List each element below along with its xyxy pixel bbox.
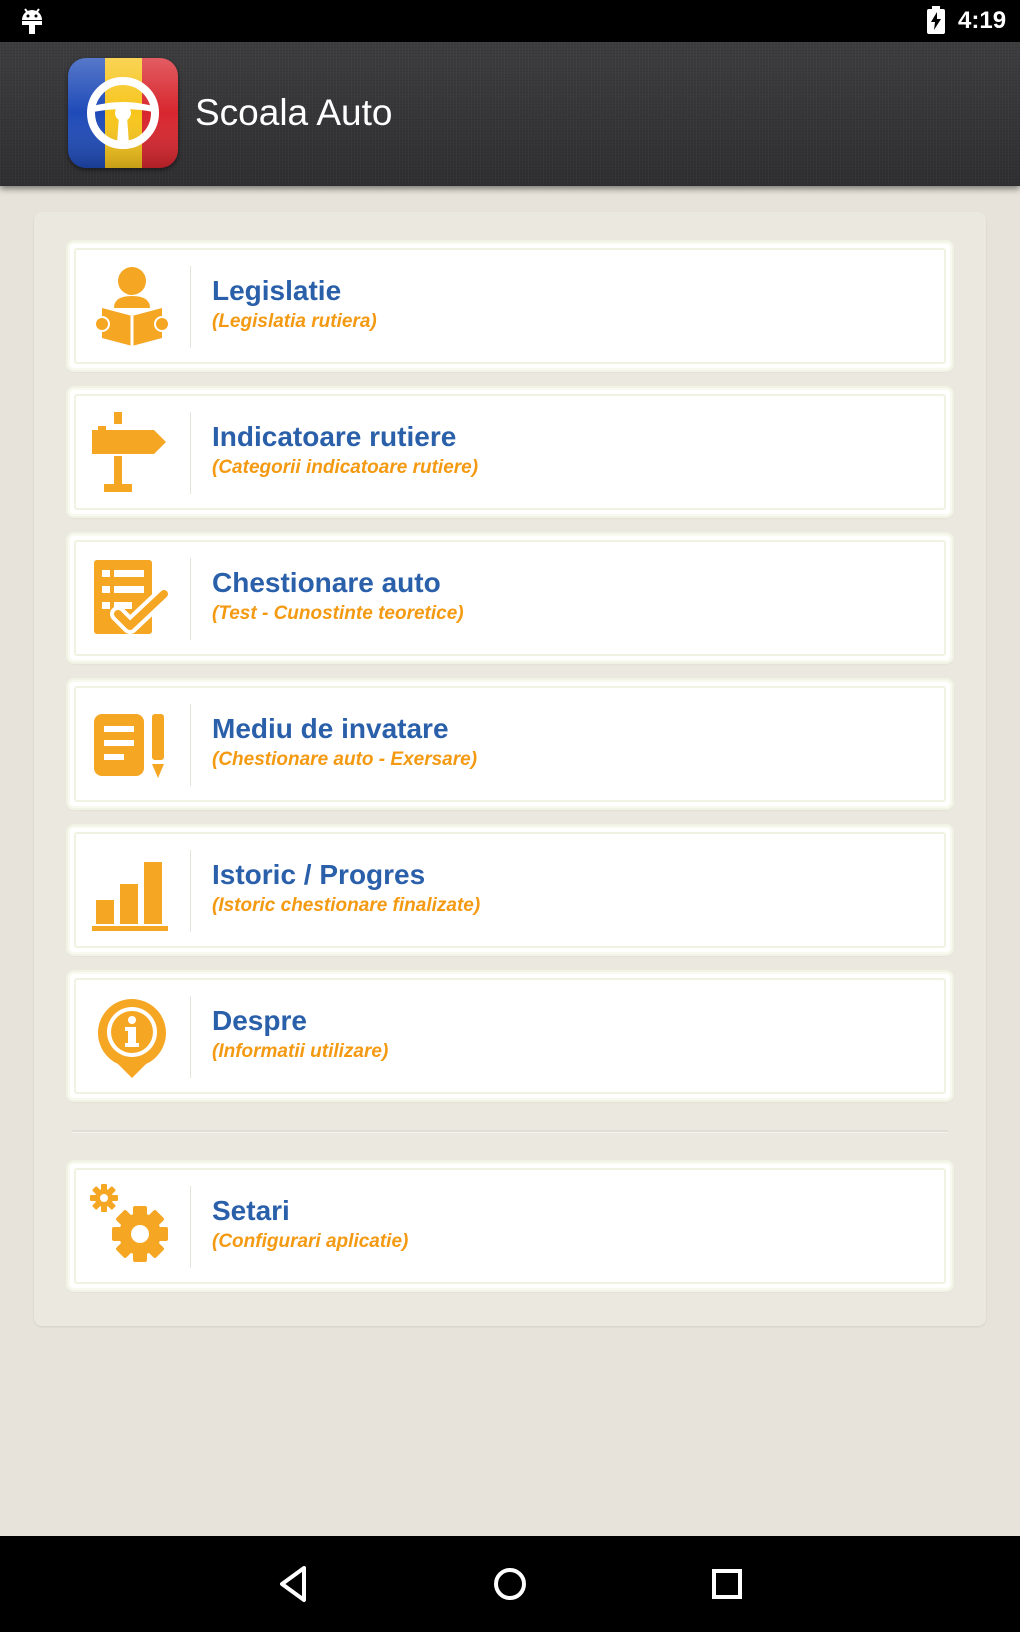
- bar-chart-icon: [92, 862, 168, 931]
- checklist-icon: [94, 560, 172, 634]
- menu-divider: [190, 704, 191, 786]
- app-title: Scoala Auto: [195, 92, 393, 133]
- info-icon: [97, 999, 166, 1078]
- menu-divider: [190, 266, 191, 348]
- menu-item-indicatoare-rutiere[interactable]: Indicatoare rutiere (Categorii indicatoa…: [68, 388, 952, 516]
- menu-title: Legislatie: [212, 275, 342, 306]
- main-menu-panel: Legislatie (Legislatia rutiera) Indicato…: [34, 212, 986, 1326]
- menu-subtitle: (Legislatia rutiera): [212, 311, 377, 332]
- menu-subtitle: (Configurari aplicatie): [212, 1231, 409, 1252]
- menu-subtitle: (Chestionare auto - Exersare): [212, 749, 478, 770]
- android-debug-icon: [22, 8, 42, 34]
- notes-pencil-icon: [94, 714, 164, 778]
- gears-icon: [90, 1184, 168, 1262]
- menu-title: Mediu de invatare: [212, 713, 449, 744]
- home-icon[interactable]: [486, 1560, 534, 1608]
- menu-item-setari[interactable]: Setari (Configurari aplicatie): [68, 1162, 952, 1290]
- person-reading-icon: [94, 267, 170, 346]
- steering-wheel-icon: [68, 58, 178, 168]
- menu-title: Setari: [212, 1195, 290, 1226]
- signpost-icon: [92, 412, 166, 492]
- menu-separator: [72, 1130, 948, 1132]
- menu-divider: [190, 412, 191, 494]
- menu-item-mediu-de-invatare[interactable]: Mediu de invatare (Chestionare auto - Ex…: [68, 680, 952, 808]
- menu-item-despre[interactable]: Despre (Informatii utilizare): [68, 972, 952, 1100]
- menu-item-legislatie[interactable]: Legislatie (Legislatia rutiera): [68, 242, 952, 370]
- recents-icon[interactable]: [703, 1560, 751, 1608]
- status-time: 4:19: [958, 7, 1007, 34]
- battery-charging-icon: [927, 6, 945, 34]
- menu-title: Despre: [212, 1005, 307, 1036]
- menu-title: Indicatoare rutiere: [212, 421, 457, 452]
- navigation-bar: [0, 1536, 1020, 1632]
- menu-subtitle: (Categorii indicatoare rutiere): [212, 457, 479, 478]
- menu-divider: [190, 558, 191, 640]
- menu-divider: [190, 1186, 191, 1268]
- menu-subtitle: (Test - Cunostinte teoretice): [212, 603, 464, 624]
- menu-divider: [190, 850, 191, 932]
- menu-item-istoric-progres[interactable]: Istoric / Progres (Istoric chestionare f…: [68, 826, 952, 954]
- app-logo: [68, 58, 178, 168]
- back-icon[interactable]: [270, 1560, 318, 1608]
- menu-subtitle: (Informatii utilizare): [212, 1041, 389, 1062]
- menu-divider: [190, 996, 191, 1078]
- action-bar: Scoala Auto: [0, 42, 1020, 186]
- menu-item-chestionare-auto[interactable]: Chestionare auto (Test - Cunostinte teor…: [68, 534, 952, 662]
- menu-title: Chestionare auto: [212, 567, 441, 598]
- menu-subtitle: (Istoric chestionare finalizate): [212, 895, 481, 916]
- menu-title: Istoric / Progres: [212, 859, 426, 890]
- status-bar: 4:19: [0, 0, 1020, 42]
